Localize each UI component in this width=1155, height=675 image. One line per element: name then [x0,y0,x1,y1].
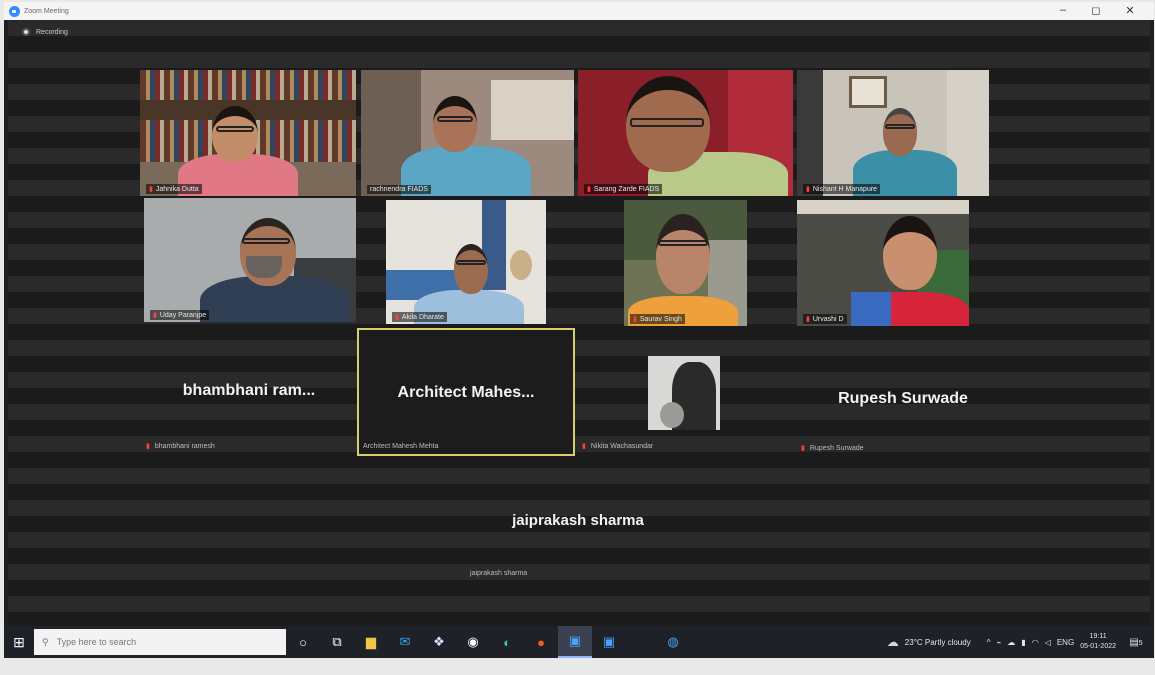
participant-display-name: bhambhani ram... [182,382,316,399]
volume-icon[interactable]: ◁ [1045,638,1051,647]
recording-label: Recording [36,28,68,36]
recording-icon [22,28,30,36]
video-tile[interactable]: ▮ Akila Dharate [386,200,546,324]
participant-display-name: Rupesh Surwade [838,390,968,407]
participant-name: ▮ Nikita Wachasundar [582,443,654,450]
minimize-button[interactable]: – [1054,4,1072,16]
video-tile[interactable]: ▮ Uday Paranjpe [144,198,356,322]
clock-date: 05-01-2022 [1080,643,1116,650]
close-button[interactable]: ✕ [1121,4,1139,17]
muted-mic-icon: ▮ [153,312,157,319]
battery-icon[interactable]: ▮ [1021,638,1025,647]
muted-mic-icon: ▮ [149,186,153,193]
participant-name: ▮ Jahnika Dutta [146,184,202,194]
participant-tile[interactable]: bhambhani ram... ▮ bhambhani ramesh [144,330,354,454]
chevron-up-icon[interactable]: ^ [987,638,991,647]
clock-time: 19:11 [1089,633,1107,640]
video-tile[interactable]: ▮ Saurav Singh [624,200,747,326]
participant-name: ▮ Uday Paranjpe [150,310,210,320]
participant-tile[interactable]: ▮ Nikita Wachasundar [578,330,788,454]
chrome-icon[interactable]: ◉ [456,626,490,658]
language-indicator[interactable]: ENG [1057,638,1074,647]
participant-name: ▮ Rupesh Surwade [801,445,864,452]
muted-mic-icon: ▮ [633,316,637,323]
gallery-view: Recording ▮ Jahnika Dutta rachnendra FIAD… [8,20,1150,628]
participant-display-name: jaiprakash sharma [512,512,644,529]
network-icon[interactable]: ⌁ [996,638,1001,647]
video-tile[interactable]: ▮ Urvashi D [797,200,969,326]
muted-mic-icon: ▮ [587,186,591,193]
taskbar-search[interactable]: ⚲ Type here to search [34,629,286,655]
wifi-icon[interactable]: ◠ [1032,638,1039,647]
video-tile[interactable]: ▮ Sarang Zarde FIADS [578,70,793,196]
participant-display-name: Architect Mahes... [397,384,535,401]
participant-name: jaiprakash sharma [470,570,528,577]
muted-mic-icon: ▮ [801,445,805,452]
search-icon: ⚲ [42,636,49,647]
weather-icon: ☁ [886,635,899,649]
avatar [648,356,720,430]
edge-icon[interactable]: ◐ [490,626,524,658]
participant-name: Architect Mahesh Mehta [363,443,439,450]
start-button[interactable]: ⊞ [4,626,34,658]
participant-tile[interactable]: jaiprakash sharma jaiprakash sharma [388,480,768,600]
video-tile[interactable]: ▮ Nishant H Manapure [797,70,989,196]
search-placeholder: Type here to search [56,637,137,647]
participant-name: ▮ Urvashi D [803,314,847,324]
participant-tile[interactable]: Rupesh Surwade ▮ Rupesh Surwade [797,330,1009,454]
task-view-icon[interactable]: ⧉ [320,626,354,658]
notifications-button[interactable]: ▤5 [1122,637,1150,648]
muted-mic-icon: ▮ [146,443,150,450]
zoom-window: Zoom Meeting – ◻ ✕ Recording ▮ Jahnika Du… [4,2,1154,658]
powerpoint-icon[interactable]: ● [524,626,558,658]
muted-mic-icon: ▮ [395,314,399,321]
windows-logo-icon: ⊞ [13,633,25,650]
clock[interactable]: 19:11 05-01-2022 [1080,632,1116,652]
participant-name: rachnendra FIADS [367,185,431,194]
video-tile[interactable]: rachnendra FIADS [361,70,574,196]
participant-name: ▮ Saurav Singh [630,314,685,324]
mail-icon[interactable]: ✉ [388,626,422,658]
participant-name: ▮ Akila Dharate [392,312,447,322]
title-bar: Zoom Meeting – ◻ ✕ [4,2,1154,20]
dropbox-icon[interactable]: ❖ [422,626,456,658]
zoom-taskbar-icon[interactable]: ▣ [558,626,592,658]
system-tray: ☁ 23°C Partly cloudy ^ ⌁ ☁ ▮ ◠ ◁ ENG 19:… [887,626,1154,658]
cortana-icon[interactable]: ○ [286,626,320,658]
browser-icon[interactable]: ◍ [656,626,690,658]
zoom-logo-icon [9,5,20,17]
muted-mic-icon: ▮ [806,316,810,323]
windows-taskbar: ⊞ ⚲ Type here to search ○ ⧉ ▆ ✉ ❖ ◉ ◐ ● … [4,626,1154,658]
participant-name: ▮ bhambhani ramesh [146,443,215,450]
recording-indicator: Recording [22,28,68,36]
notification-icon: ▤ [1129,636,1139,648]
maximize-button[interactable]: ◻ [1087,4,1105,17]
weather-text[interactable]: 23°C Partly cloudy [905,638,971,647]
active-speaker-tile[interactable]: Architect Mahes... Architect Mahesh Meht… [357,328,575,456]
onedrive-icon[interactable]: ☁ [1007,638,1015,647]
notification-count: 5 [1138,639,1143,647]
window-title: Zoom Meeting [24,7,69,15]
video-tile[interactable]: ▮ Jahnika Dutta [140,70,356,196]
participant-name: ▮ Nishant H Manapure [803,184,881,194]
muted-mic-icon: ▮ [806,186,810,193]
muted-mic-icon: ▮ [582,443,586,450]
file-explorer-icon[interactable]: ▆ [354,626,388,658]
participant-name: ▮ Sarang Zarde FIADS [584,184,663,194]
zoom-meeting-taskbar-icon[interactable]: ▣ [592,626,626,658]
